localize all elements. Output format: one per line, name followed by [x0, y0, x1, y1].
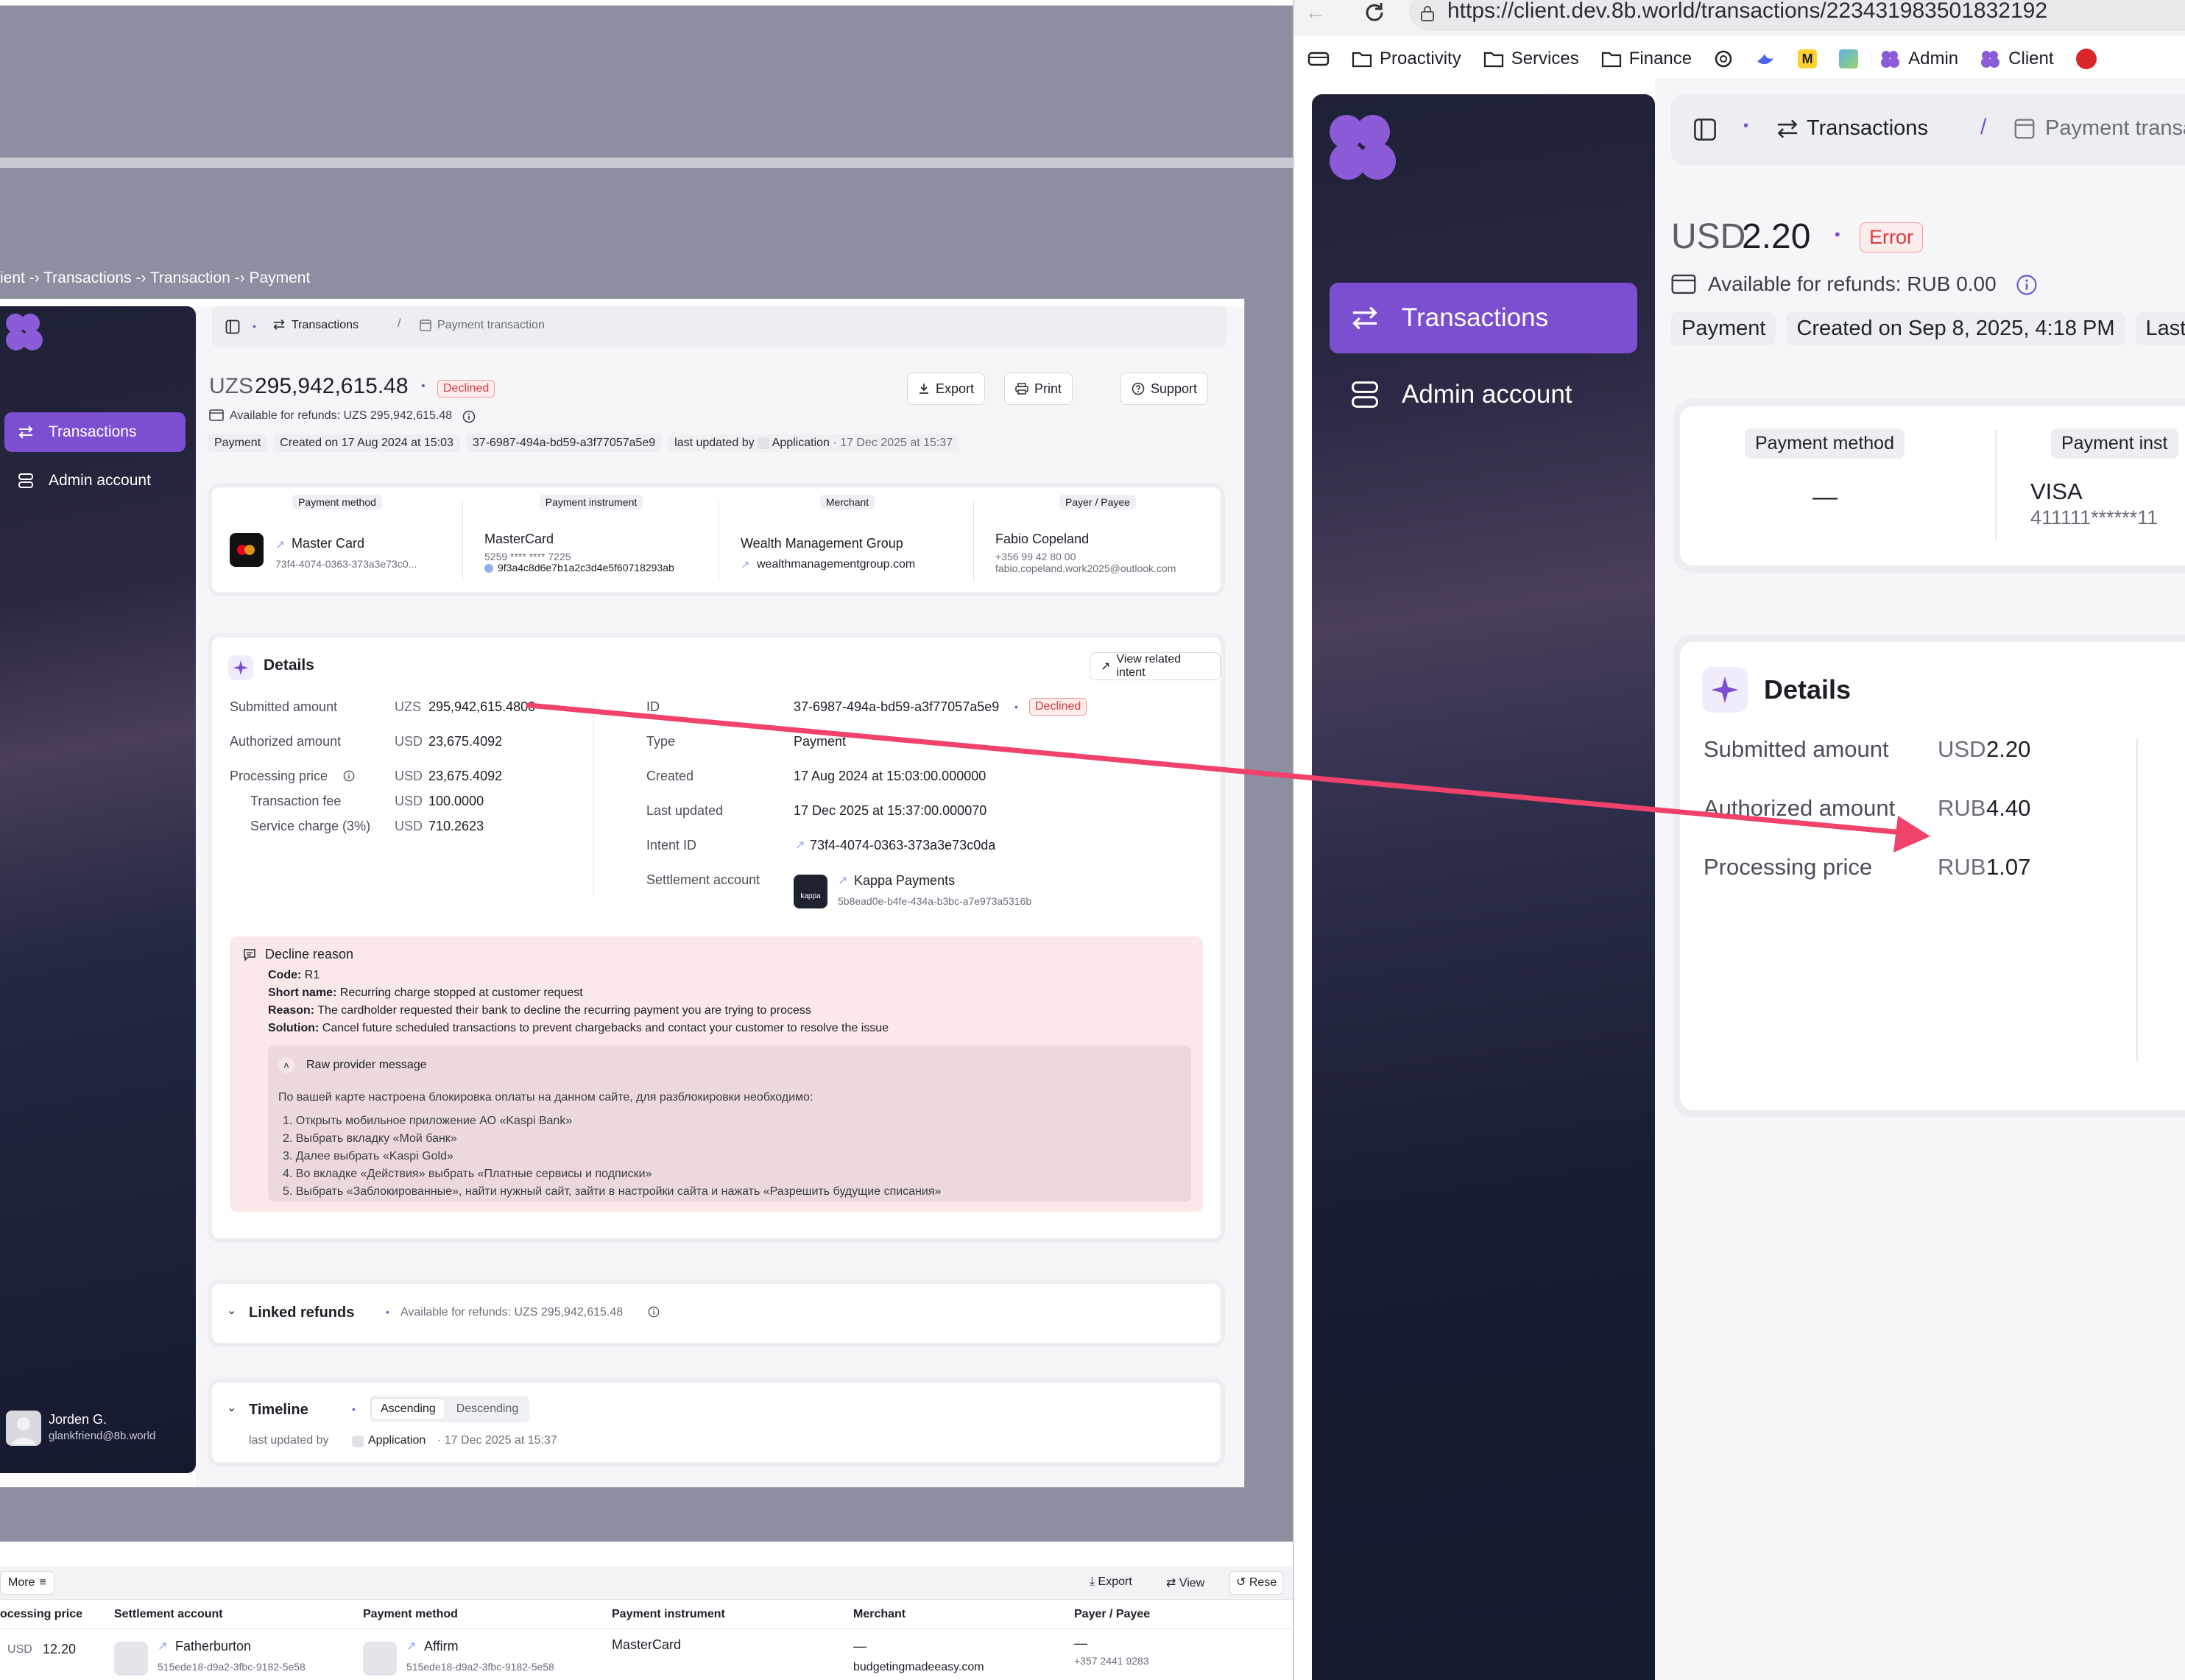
- annotation-arrow: [526, 702, 1930, 853]
